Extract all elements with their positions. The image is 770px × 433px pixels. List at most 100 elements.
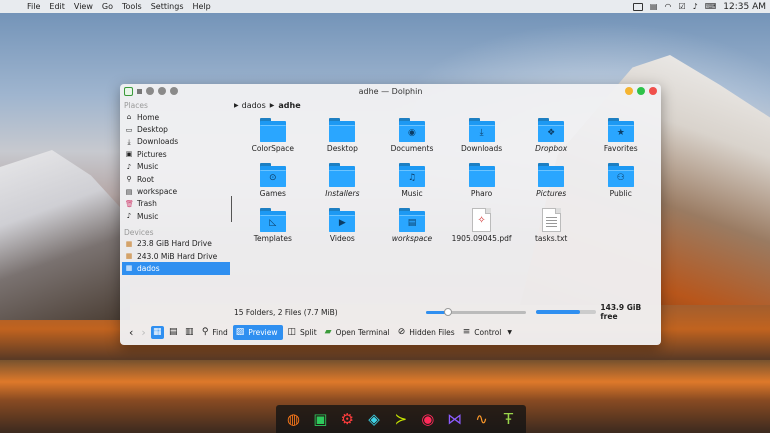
forward-button[interactable]: › xyxy=(138,325,148,340)
compact-view-button[interactable]: ▤ xyxy=(167,326,180,339)
file-item[interactable]: ⊙ Games xyxy=(238,161,308,206)
menu-go[interactable]: Go xyxy=(102,2,113,11)
shade-button[interactable] xyxy=(146,87,154,95)
menu-file[interactable]: File xyxy=(27,2,40,11)
file-item[interactable]: ColorSpace xyxy=(238,116,308,161)
place-item-downloads[interactable]: ⤓ Downloads xyxy=(122,136,230,148)
file-item[interactable]: tasks.txt xyxy=(516,206,586,251)
file-item[interactable]: ◺ Templates xyxy=(238,206,308,251)
volume-icon[interactable]: ♪ xyxy=(693,2,698,11)
files-icon[interactable]: ▣ xyxy=(309,408,331,430)
zoom-slider-handle[interactable] xyxy=(443,307,452,316)
breadcrumb-separator-icon[interactable]: ▶ xyxy=(270,102,275,109)
menu-help[interactable]: Help xyxy=(193,2,211,11)
file-item[interactable]: ▤ workspace xyxy=(377,206,447,251)
place-item-trash[interactable]: 🗑 Trash xyxy=(122,198,230,210)
breadcrumb-parent[interactable]: dados xyxy=(242,101,266,110)
window-titlebar[interactable]: adhe — Dolphin xyxy=(120,84,661,98)
keyboard-icon[interactable]: ⌨ xyxy=(705,2,717,11)
folder-icon: ❖ xyxy=(538,118,565,142)
activity-icon[interactable]: ∿ xyxy=(471,408,493,430)
keep-below-button[interactable] xyxy=(170,87,178,95)
file-item[interactable]: ♫ Music xyxy=(377,161,447,206)
clock[interactable]: 12:35 AM xyxy=(723,2,766,12)
hidden-files-button[interactable]: ⊘ Hidden Files xyxy=(395,325,458,340)
breadcrumb-current[interactable]: adhe xyxy=(278,101,300,110)
file-item[interactable]: ▶ Videos xyxy=(308,206,378,251)
place-item-music[interactable]: ♪ Music xyxy=(122,161,230,173)
device-item[interactable]: ▦ dados xyxy=(122,262,230,275)
settings-icon[interactable]: ⚙ xyxy=(336,408,358,430)
app-menu-icon[interactable] xyxy=(124,86,133,96)
place-item-root[interactable]: ⚲ Root xyxy=(122,173,230,185)
text-editor-icon[interactable]: Ŧ xyxy=(497,408,519,430)
file-item[interactable]: Installers xyxy=(308,161,378,206)
control-button[interactable]: ≡ Control ▼ xyxy=(460,325,515,340)
folder-icon: ★ xyxy=(607,118,634,142)
split-label: Split xyxy=(300,327,317,337)
preview-button[interactable]: ▨ Preview xyxy=(232,324,283,340)
zoom-slider[interactable] xyxy=(425,307,527,316)
wifi-icon[interactable]: ◠ xyxy=(664,2,671,11)
minimize-button[interactable] xyxy=(625,87,633,95)
place-item-workspace[interactable]: ▤ workspace xyxy=(122,185,230,197)
icons-view-button[interactable]: ▦ xyxy=(150,325,164,339)
file-item-label: Installers xyxy=(325,189,360,198)
pictures-icon: ▣ xyxy=(125,150,133,159)
clipboard-icon[interactable]: ▤ xyxy=(650,2,658,11)
devices-header: Devices xyxy=(124,227,154,237)
terminal-icon[interactable]: ≻ xyxy=(390,408,412,430)
pin-icon[interactable] xyxy=(137,88,142,94)
dolphin-window: adhe — Dolphin Places ⌂ Home ▭ Desktop ⤓ Downl… xyxy=(120,84,661,345)
device-item[interactable]: ▦ 243.0 MiB Hard Drive xyxy=(122,250,230,262)
menu-view[interactable]: View xyxy=(74,2,93,11)
file-item[interactable]: ✧ 1905.09045.pdf xyxy=(447,206,517,251)
window-tray-icon[interactable] xyxy=(632,2,643,11)
file-item[interactable]: ⚇ Public xyxy=(586,161,656,206)
breadcrumb: ▶ dados ▶ adhe xyxy=(234,99,301,111)
icons-view-icon: ▦ xyxy=(153,327,162,337)
open-terminal-button[interactable]: ▰ Open Terminal xyxy=(322,325,393,340)
place-item-label: Home xyxy=(137,112,160,122)
file-item[interactable]: ⤓ Downloads xyxy=(447,116,517,161)
place-item-home[interactable]: ⌂ Home xyxy=(122,111,230,123)
file-item-label: Pharo xyxy=(470,189,493,198)
breadcrumb-root-arrow[interactable]: ▶ xyxy=(234,102,239,109)
network-icon[interactable]: ◈ xyxy=(363,408,385,430)
back-button[interactable]: ‹ xyxy=(126,325,136,340)
file-item[interactable]: Pharo xyxy=(447,161,517,206)
keep-above-button[interactable] xyxy=(158,87,166,95)
file-item[interactable]: Pictures xyxy=(516,161,586,206)
eye-icon[interactable]: ◉ xyxy=(417,408,439,430)
file-item[interactable]: ❖ Dropbox xyxy=(516,116,586,161)
window-title: adhe — Dolphin xyxy=(358,86,423,96)
music-icon: ♪ xyxy=(126,212,132,221)
file-item-label: Desktop xyxy=(326,144,358,153)
details-view-button[interactable]: ▥ xyxy=(183,326,196,339)
menu-edit[interactable]: Edit xyxy=(49,2,65,11)
root-icon: ⚲ xyxy=(126,175,132,184)
places-scrollbar[interactable] xyxy=(231,196,232,222)
device-item[interactable]: ▦ 23.8 GiB Hard Drive xyxy=(122,238,230,250)
hard-drive-icon: ▦ xyxy=(125,252,133,261)
place-item-desktop[interactable]: ▭ Desktop xyxy=(122,123,230,135)
terminal-icon: ▰ xyxy=(324,326,332,337)
checkbox-icon[interactable]: ☑ xyxy=(678,2,685,11)
menu-settings[interactable]: Settings xyxy=(151,2,184,11)
place-item-pictures[interactable]: ▣ Pictures xyxy=(122,148,230,160)
file-item[interactable]: ★ Favorites xyxy=(586,116,656,161)
close-button[interactable] xyxy=(649,87,657,95)
find-button[interactable]: ⚲ Find xyxy=(199,325,231,340)
menu-tools[interactable]: Tools xyxy=(122,2,142,11)
search-icon: ⚲ xyxy=(201,326,209,337)
place-item-music[interactable]: ♪ Music xyxy=(122,210,230,222)
split-button[interactable]: ◫ Split xyxy=(285,325,320,340)
maximize-button[interactable] xyxy=(637,87,645,95)
file-item[interactable]: Desktop xyxy=(308,116,378,161)
code-editor-icon[interactable]: ⋈ xyxy=(444,408,466,430)
firefox-icon[interactable]: ◍ xyxy=(282,408,304,430)
folder-icon: ♫ xyxy=(398,163,425,187)
file-item-label: Dropbox xyxy=(535,144,568,153)
folder-icon: ▶ xyxy=(329,208,356,232)
file-item[interactable]: ◉ Documents xyxy=(377,116,447,161)
